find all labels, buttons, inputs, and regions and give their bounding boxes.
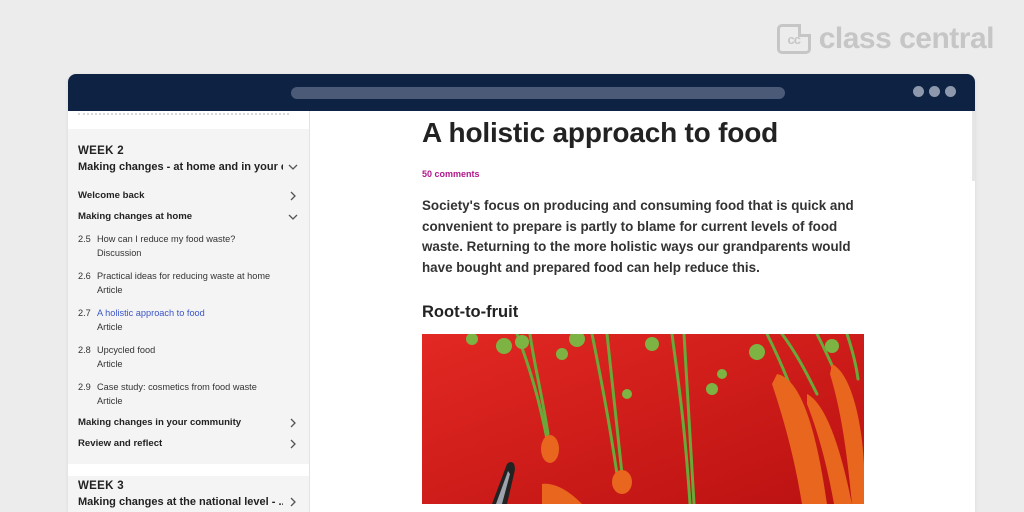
class-central-icon: cc	[776, 24, 811, 54]
window-dot-2[interactable]	[929, 86, 940, 97]
carrots-illustration	[422, 334, 864, 504]
step-number: 2.8	[78, 345, 91, 355]
section-welcome-back[interactable]: Welcome back	[78, 185, 299, 206]
brand-logo: cc class central	[776, 22, 995, 56]
week-3-label: WEEK 3	[78, 480, 124, 492]
article: A holistic approach to food 50 comments …	[422, 111, 864, 504]
browser-titlebar	[68, 74, 975, 111]
step-type: Article	[97, 359, 123, 369]
section-making-changes-in-community[interactable]: Making changes in your community	[78, 412, 299, 433]
step-type: Article	[97, 396, 123, 406]
section-label: Welcome back	[78, 190, 145, 201]
week-2-title[interactable]: Making changes - at home and in your c..…	[78, 161, 299, 173]
brand-name: class central	[818, 22, 995, 55]
main-content: A holistic approach to food 50 comments …	[311, 111, 975, 512]
step-2-9[interactable]: 2.9 Case study: cosmetics from food wast…	[78, 375, 299, 412]
step-title: A holistic approach to food	[97, 308, 205, 318]
article-title: A holistic approach to food	[422, 117, 779, 148]
step-title: How can I reduce my food waste?	[97, 234, 236, 244]
section-label: Making changes in your community	[78, 417, 242, 428]
chevron-right-icon	[287, 496, 299, 508]
address-bar[interactable]	[291, 87, 785, 99]
step-number: 2.7	[78, 308, 91, 318]
section-label: Making changes at home	[78, 211, 193, 222]
course-sidebar: WEEK 2 Making changes - at home and in y…	[68, 111, 310, 512]
scrollbar[interactable]	[972, 111, 975, 181]
step-number: 2.5	[78, 234, 91, 244]
step-type: Article	[97, 322, 123, 332]
window-controls	[913, 86, 956, 97]
window-dot-3[interactable]	[945, 86, 956, 97]
step-title: Upcycled food	[97, 345, 156, 355]
step-type: Article	[97, 285, 123, 295]
article-lead: Society's focus on producing and consumi…	[422, 198, 854, 275]
chevron-right-icon	[287, 438, 299, 450]
article-subheading: Root-to-fruit	[422, 303, 519, 321]
week-3-title-text: Making changes at the national level - .…	[78, 496, 283, 508]
section-label: Review and reflect	[78, 438, 163, 449]
comments-link[interactable]: 50 comments	[422, 169, 864, 179]
chevron-right-icon	[287, 417, 299, 429]
step-2-8[interactable]: 2.8 Upcycled food Article	[78, 338, 299, 375]
week-divider	[68, 464, 309, 476]
week-2-block: WEEK 2 Making changes - at home and in y…	[68, 129, 309, 464]
sidebar-scrolled-edge	[68, 111, 309, 129]
week-3-block: WEEK 3 Making changes at the national le…	[68, 476, 309, 508]
section-making-changes-at-home[interactable]: Making changes at home	[78, 206, 299, 227]
section-review-and-reflect[interactable]: Review and reflect	[78, 433, 299, 454]
browser-window: WEEK 2 Making changes - at home and in y…	[68, 74, 975, 512]
step-number: 2.9	[78, 382, 91, 392]
week-2-label: WEEK 2	[78, 145, 124, 157]
chevron-down-icon	[287, 161, 299, 173]
step-2-7-current[interactable]: 2.7 A holistic approach to food Article	[78, 301, 299, 338]
chevron-down-icon	[287, 211, 299, 223]
step-title: Case study: cosmetics from food waste	[97, 382, 257, 392]
step-2-6[interactable]: 2.6 Practical ideas for reducing waste a…	[78, 264, 299, 301]
step-number: 2.6	[78, 271, 91, 281]
brand-icon-text: cc	[787, 31, 801, 47]
week-3-title[interactable]: Making changes at the national level - .…	[78, 496, 299, 508]
chevron-right-icon	[287, 190, 299, 202]
week-2-title-text: Making changes - at home and in your c..…	[78, 161, 283, 173]
step-type: Discussion	[97, 248, 142, 258]
carrots-image	[422, 334, 864, 504]
window-dot-1[interactable]	[913, 86, 924, 97]
step-title: Practical ideas for reducing waste at ho…	[97, 271, 271, 281]
step-2-5[interactable]: 2.5 How can I reduce my food waste? Discu…	[78, 227, 299, 264]
